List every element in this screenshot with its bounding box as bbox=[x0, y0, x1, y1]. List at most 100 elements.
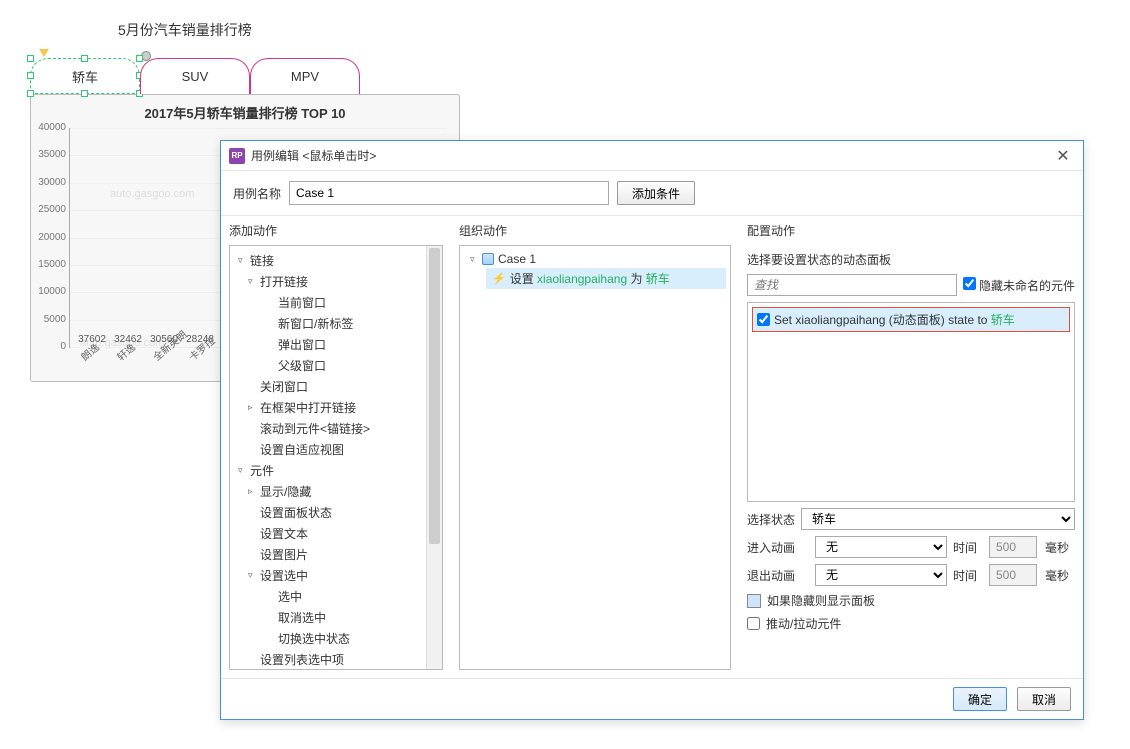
tab-mpv[interactable]: MPV bbox=[250, 58, 360, 94]
action-tree-item[interactable]: ▿元件 bbox=[230, 460, 442, 481]
y-tick-label: 15000 bbox=[34, 259, 66, 270]
action-tree-item[interactable]: 选中 bbox=[230, 586, 442, 607]
time-unit: 毫秒 bbox=[1045, 539, 1075, 556]
scrollbar-thumb[interactable] bbox=[429, 248, 440, 544]
action-tree-item[interactable]: 设置自适应视图 bbox=[230, 439, 442, 460]
hide-unnamed-input[interactable] bbox=[963, 277, 976, 290]
close-icon[interactable]: ✕ bbox=[1051, 144, 1075, 168]
tree-item-label: 设置列表选中项 bbox=[260, 651, 344, 668]
interaction-flag-icon bbox=[39, 49, 49, 59]
panel-item-text: Set xiaoliangpaihang (动态面板) state to 轿车 bbox=[774, 311, 1015, 328]
hide-unnamed-checkbox[interactable]: 隐藏未命名的元件 bbox=[963, 277, 1075, 294]
state-label: 选择状态 bbox=[747, 511, 795, 528]
action-text: 设置 xiaoliangpaihang 为 轿车 bbox=[510, 270, 670, 287]
resize-handle[interactable] bbox=[27, 90, 34, 97]
anim-in-time[interactable] bbox=[989, 536, 1037, 558]
ok-button[interactable]: 确定 bbox=[953, 687, 1007, 711]
column-header-organize: 组织动作 bbox=[451, 216, 739, 245]
action-tree-item[interactable]: 滚动到元件<锚链接> bbox=[230, 418, 442, 439]
action-tree[interactable]: ▿ 链接 ▿打开链接当前窗口新窗口/新标签弹出窗口父级窗口关闭窗口 ▹在框架中打开链接… bbox=[229, 245, 443, 670]
resize-handle[interactable] bbox=[27, 72, 34, 79]
y-tick-label: 0 bbox=[34, 341, 66, 352]
y-tick-label: 35000 bbox=[34, 149, 66, 160]
search-input[interactable] bbox=[747, 274, 957, 296]
anim-out-time[interactable] bbox=[989, 564, 1037, 586]
push-pull-label: 推动/拉动元件 bbox=[766, 615, 841, 632]
anim-in-label: 进入动画 bbox=[747, 539, 809, 556]
color-swatch-icon[interactable] bbox=[747, 594, 761, 608]
y-tick-label: 30000 bbox=[34, 177, 66, 188]
column-header-add-action: 添加动作 bbox=[221, 216, 451, 245]
push-pull-checkbox[interactable] bbox=[747, 617, 760, 630]
action-tree-item[interactable]: ▿ 链接 bbox=[230, 250, 442, 271]
action-tree-item[interactable]: 取消选中 bbox=[230, 607, 442, 628]
action-tree-item[interactable]: 弹出窗口 bbox=[230, 334, 442, 355]
cancel-button[interactable]: 取消 bbox=[1017, 687, 1071, 711]
resize-handle[interactable] bbox=[81, 90, 88, 97]
caret-icon: ▿ bbox=[238, 255, 246, 266]
tabs-row: 轿车 SUV MPV bbox=[30, 58, 460, 94]
tree-item-label: 关闭窗口 bbox=[260, 378, 308, 395]
action-tree-item[interactable]: 设置文本 bbox=[230, 523, 442, 544]
action-tree-item[interactable]: 切换选中状态 bbox=[230, 628, 442, 649]
y-tick-label: 25000 bbox=[34, 204, 66, 215]
caret-icon: ▹ bbox=[248, 402, 256, 413]
panel-item-checkbox[interactable] bbox=[757, 313, 770, 326]
tree-item-label: 父级窗口 bbox=[278, 357, 326, 374]
action-tree-item[interactable]: 父级窗口 bbox=[230, 355, 442, 376]
tree-item-label: 显示/隐藏 bbox=[260, 483, 311, 500]
page-title: 5月份汽车销量排行榜 bbox=[118, 20, 460, 40]
action-tree-item[interactable]: ▿打开链接 bbox=[230, 271, 442, 292]
add-condition-button[interactable]: 添加条件 bbox=[617, 181, 695, 205]
action-tree-item[interactable]: 当前窗口 bbox=[230, 292, 442, 313]
action-tree-item[interactable]: ▿ 设置选中 bbox=[230, 565, 442, 586]
case-node[interactable]: ▿ Case 1 bbox=[464, 250, 726, 268]
panel-list-item[interactable]: Set xiaoliangpaihang (动态面板) state to 轿车 bbox=[752, 307, 1070, 332]
tab-sedan[interactable]: 轿车 bbox=[30, 58, 140, 94]
show-if-hidden-label: 如果隐藏则显示面板 bbox=[767, 592, 875, 609]
action-tree-item[interactable]: 设置图片 bbox=[230, 544, 442, 565]
tab-label: SUV bbox=[182, 69, 209, 84]
case-editor-dialog: RP 用例编辑 <鼠标单击时> ✕ 用例名称 添加条件 添加动作 ▿ 链接 ▿打开链… bbox=[220, 140, 1084, 720]
chart-title: 2017年5月轿车销量排行榜 TOP 10 bbox=[31, 103, 459, 122]
dialog-title: 用例编辑 <鼠标单击时> bbox=[251, 147, 1051, 164]
caret-icon: ▿ bbox=[470, 254, 478, 265]
action-tree-item[interactable]: 关闭窗口 bbox=[230, 376, 442, 397]
action-tree-item[interactable]: ▹显示/隐藏 bbox=[230, 481, 442, 502]
action-tree-item[interactable]: 新窗口/新标签 bbox=[230, 313, 442, 334]
y-tick-label: 10000 bbox=[34, 286, 66, 297]
resize-handle[interactable] bbox=[81, 55, 88, 62]
action-node[interactable]: ⚡ 设置 xiaoliangpaihang 为 轿车 bbox=[486, 268, 726, 289]
case-name-label: 用例名称 bbox=[233, 185, 281, 202]
column-header-configure: 配置动作 bbox=[739, 216, 1083, 245]
y-tick-label: 20000 bbox=[34, 232, 66, 243]
organize-tree[interactable]: ▿ Case 1 ⚡ 设置 xiaoliangpaihang 为 轿车 bbox=[459, 245, 731, 670]
scrollbar[interactable] bbox=[426, 246, 442, 669]
tree-item-label: 元件 bbox=[250, 462, 274, 479]
y-tick-label: 40000 bbox=[34, 122, 66, 133]
action-tree-item[interactable]: ▹在框架中打开链接 bbox=[230, 397, 442, 418]
caret-icon: ▿ bbox=[248, 570, 256, 581]
case-node-label: Case 1 bbox=[498, 252, 536, 266]
tree-item-label: 滚动到元件<锚链接> bbox=[260, 420, 370, 437]
state-select[interactable]: 轿车 bbox=[801, 508, 1075, 530]
action-tree-item[interactable]: 设置列表选中项 bbox=[230, 649, 442, 670]
case-name-input[interactable] bbox=[289, 181, 609, 205]
tree-item-label: 链接 bbox=[250, 252, 274, 269]
resize-handle[interactable] bbox=[136, 55, 143, 62]
anim-out-select[interactable]: 无 bbox=[815, 564, 947, 586]
tab-suv[interactable]: SUV bbox=[140, 58, 250, 94]
app-icon: RP bbox=[229, 148, 245, 164]
tab-label: 轿车 bbox=[72, 67, 98, 86]
tree-item-label: 设置图片 bbox=[260, 546, 308, 563]
tree-item-label: 设置选中 bbox=[260, 567, 308, 584]
action-tree-item[interactable]: 设置面板状态 bbox=[230, 502, 442, 523]
tree-item-label: 选中 bbox=[278, 588, 302, 605]
anim-in-select[interactable]: 无 bbox=[815, 536, 947, 558]
tree-item-label: 设置面板状态 bbox=[260, 504, 332, 521]
resize-handle[interactable] bbox=[27, 55, 34, 62]
y-tick-label: 5000 bbox=[34, 314, 66, 325]
tab-label: MPV bbox=[291, 69, 319, 84]
panel-list[interactable]: Set xiaoliangpaihang (动态面板) state to 轿车 bbox=[747, 302, 1075, 502]
dialog-titlebar[interactable]: RP 用例编辑 <鼠标单击时> ✕ bbox=[221, 141, 1083, 171]
